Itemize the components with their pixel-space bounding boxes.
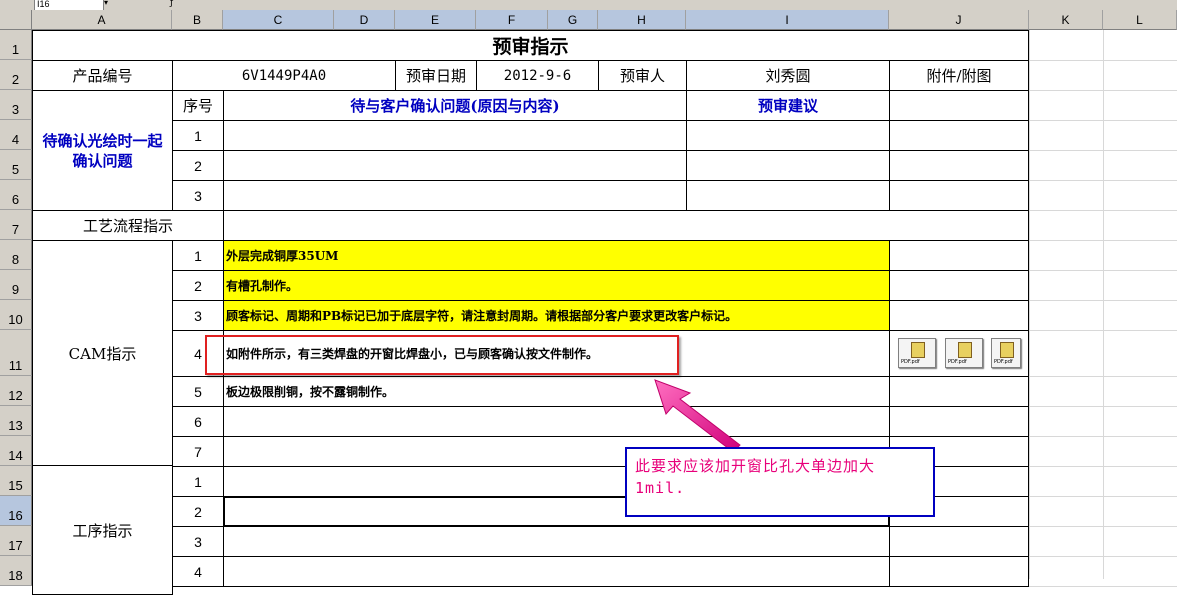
process-seq-cell[interactable]: 2	[172, 496, 224, 527]
cam-instruction-cell[interactable]: 顾客标记、周期和PB标记已加于底层字符，请注意封周期。请根据部分客户要求更改客户…	[223, 300, 890, 331]
cam-instruction-cell[interactable]	[223, 406, 890, 437]
row-header-13[interactable]: 13	[0, 406, 32, 436]
cam-instruction-cell[interactable]: 外层完成铜厚35UM	[223, 240, 890, 271]
column-header-l[interactable]: L	[1103, 10, 1177, 30]
name-box-dropdown-icon[interactable]: ▾	[104, 0, 108, 7]
row-header-6[interactable]: 6	[0, 180, 32, 210]
process-flow-value[interactable]	[223, 210, 1029, 241]
process-instruction-cell[interactable]	[223, 556, 890, 587]
confirm-issue-cell[interactable]	[223, 120, 687, 151]
confirm-seq-cell[interactable]: 1	[172, 120, 224, 151]
review-date-value[interactable]: 2012-9-6	[476, 60, 599, 91]
cam-attachment-cell[interactable]	[889, 270, 1029, 301]
row-header-4[interactable]: 4	[0, 120, 32, 150]
highlight-box	[205, 335, 679, 375]
embedded-object-icon[interactable]: PDF.pdf	[945, 338, 983, 368]
cam-instruction-cell[interactable]: 板边极限削铜，按不露铜制作。	[223, 376, 890, 407]
cam-attachment-cell[interactable]	[889, 406, 1029, 437]
cam-attachment-cell[interactable]	[889, 240, 1029, 271]
confirm-suggestion-cell[interactable]	[686, 150, 890, 181]
row-header-5[interactable]: 5	[0, 150, 32, 180]
review-date-label[interactable]: 预审日期	[395, 60, 477, 91]
row-header-16[interactable]: 16	[0, 496, 32, 526]
process-attachment-cell[interactable]	[889, 526, 1029, 557]
embedded-object-icon[interactable]: PDF.pdf	[898, 338, 936, 368]
column-header-d[interactable]: D	[334, 10, 395, 30]
function-icon[interactable]: ƒ	[170, 0, 173, 8]
column-header-f[interactable]: F	[476, 10, 548, 30]
confirm-suggestion-cell[interactable]	[686, 180, 890, 211]
row-header-8[interactable]: 8	[0, 240, 32, 270]
sheet-title[interactable]: 预审指示	[32, 30, 1029, 61]
confirm-issue-cell[interactable]	[223, 150, 687, 181]
row-header-9[interactable]: 9	[0, 270, 32, 300]
column-header-c[interactable]: C	[223, 10, 334, 30]
embedded-object-icon[interactable]: PDF.pdf	[991, 338, 1021, 368]
suggestion-header[interactable]: 预审建议	[686, 90, 890, 121]
row-header-11[interactable]: 11	[0, 330, 32, 376]
attachment-label[interactable]: 附件/附图	[889, 60, 1029, 91]
column-header-g[interactable]: G	[548, 10, 598, 30]
process-flow-label[interactable]: 工艺流程指示	[32, 210, 224, 241]
column-header-a[interactable]: A	[32, 10, 172, 30]
cam-attachment-cell[interactable]	[889, 376, 1029, 407]
process-section-label[interactable]: 工序指示	[32, 465, 173, 595]
cam-seq-cell[interactable]: 5	[172, 376, 224, 407]
column-header-b[interactable]: B	[172, 10, 223, 30]
column-header-h[interactable]: H	[598, 10, 686, 30]
row-header-7[interactable]: 7	[0, 210, 32, 240]
row-header-10[interactable]: 10	[0, 300, 32, 330]
row-header-14[interactable]: 14	[0, 436, 32, 466]
reviewer-value[interactable]: 刘秀圆	[686, 60, 890, 91]
seq-header[interactable]: 序号	[172, 90, 224, 121]
row-header-2[interactable]: 2	[0, 60, 32, 90]
confirm-attachment-cell[interactable]	[889, 120, 1029, 151]
confirm-suggestion-cell[interactable]	[686, 120, 890, 151]
issue-header[interactable]: 待与客户确认问题(原因与内容)	[223, 90, 687, 121]
confirm-seq-cell[interactable]: 2	[172, 150, 224, 181]
process-seq-cell[interactable]: 1	[172, 466, 224, 497]
select-all-corner[interactable]	[0, 10, 32, 30]
row-header-12[interactable]: 12	[0, 376, 32, 406]
confirm-section-label[interactable]: 待确认光绘时一起确认问题	[32, 90, 173, 211]
confirm-issue-cell[interactable]	[223, 180, 687, 211]
row-header-17[interactable]: 17	[0, 526, 32, 556]
column-header-k[interactable]: K	[1029, 10, 1103, 30]
row-header-3[interactable]: 3	[0, 90, 32, 120]
cam-instruction-cell[interactable]: 有槽孔制作。	[223, 270, 890, 301]
attachment-icons: PDF.pdf PDF.pdf PDF.pdf	[891, 330, 1028, 375]
cam-seq-cell[interactable]: 7	[172, 436, 224, 467]
product-number-value[interactable]: 6V1449P4A0	[172, 60, 396, 91]
attachment-cell[interactable]	[889, 90, 1029, 121]
cam-section-label[interactable]: CAM指示	[32, 240, 173, 466]
row-header-18[interactable]: 18	[0, 556, 32, 586]
cam-attachment-cell[interactable]	[889, 300, 1029, 331]
confirm-seq-cell[interactable]: 3	[172, 180, 224, 211]
process-seq-cell[interactable]: 3	[172, 526, 224, 557]
column-header-e[interactable]: E	[395, 10, 476, 30]
column-header-j[interactable]: J	[889, 10, 1029, 30]
process-seq-cell[interactable]: 4	[172, 556, 224, 587]
cam-seq-cell[interactable]: 2	[172, 270, 224, 301]
reviewer-label[interactable]: 预审人	[598, 60, 687, 91]
confirm-attachment-cell[interactable]	[889, 150, 1029, 181]
cam-seq-cell[interactable]: 3	[172, 300, 224, 331]
process-attachment-cell[interactable]	[889, 556, 1029, 587]
callout-note[interactable]: 此要求应该加开窗比孔大单边加大1mil.	[625, 447, 935, 517]
product-number-label[interactable]: 产品编号	[32, 60, 173, 91]
process-instruction-cell[interactable]	[223, 526, 890, 557]
column-header-i[interactable]: I	[686, 10, 889, 30]
cam-seq-cell[interactable]: 1	[172, 240, 224, 271]
confirm-attachment-cell[interactable]	[889, 180, 1029, 211]
row-header-1[interactable]: 1	[0, 30, 32, 60]
cam-seq-cell[interactable]: 6	[172, 406, 224, 437]
row-header-15[interactable]: 15	[0, 466, 32, 496]
